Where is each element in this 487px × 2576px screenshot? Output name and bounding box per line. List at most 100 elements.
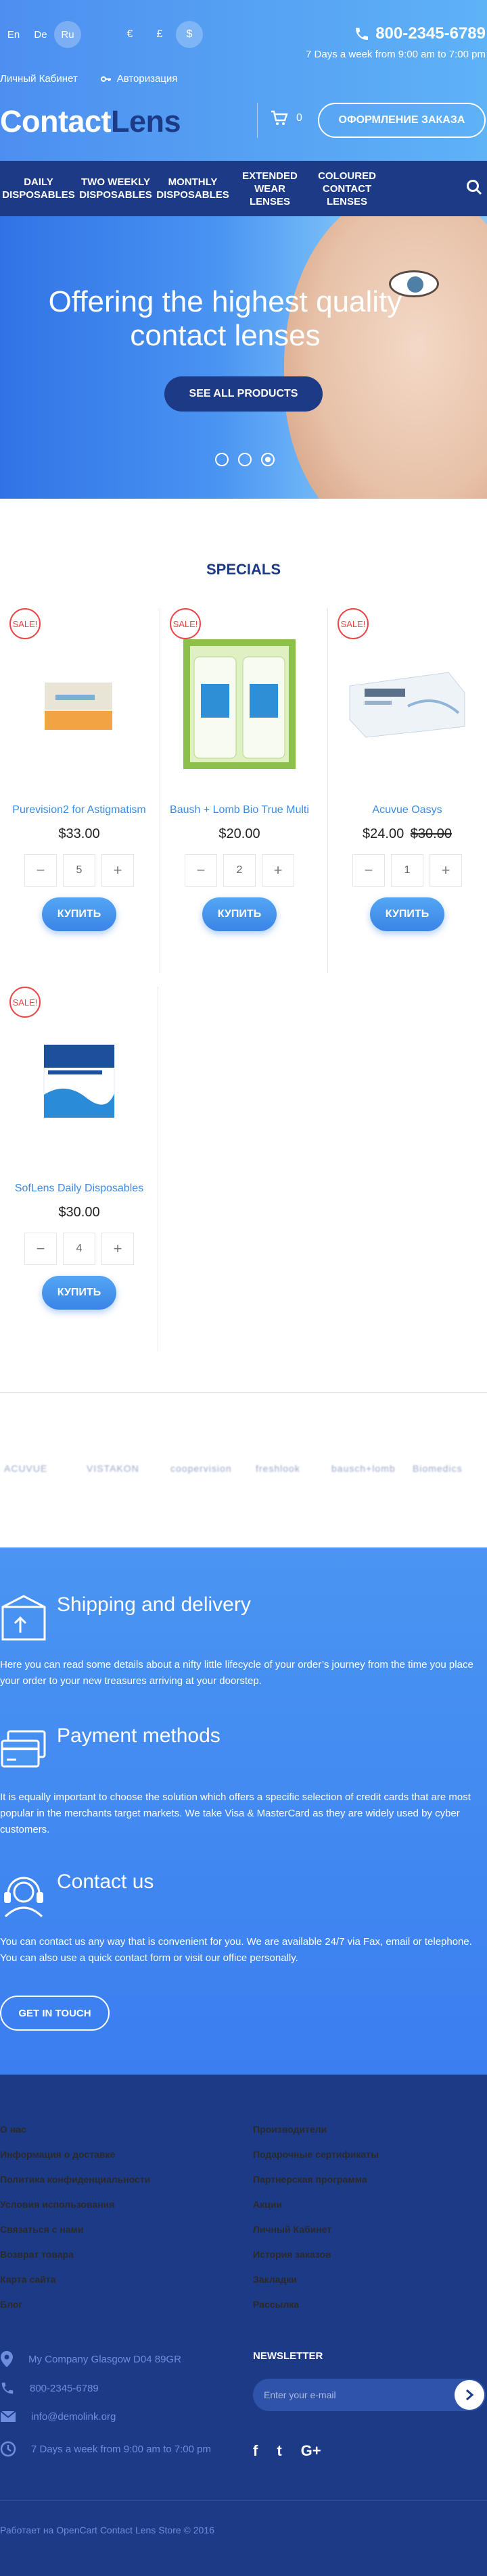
product-name[interactable]: Purevision2 for Astigmatism [0,804,158,816]
footer-link[interactable]: Условия использования [0,2199,114,2210]
see-all-products-button[interactable]: SEE ALL PRODUCTS [164,376,323,412]
product-name[interactable]: Acuvue Oasys [328,804,486,816]
footer-link[interactable]: Акции [253,2199,282,2210]
product-name[interactable]: SofLens Daily Disposables [0,1183,158,1195]
currency-gbp[interactable]: £ [146,21,173,48]
product-image-soflens[interactable] [26,1024,133,1138]
logo[interactable]: ContactLens [0,104,181,139]
lang-de[interactable]: De [27,21,54,48]
header-divider [257,103,258,138]
product-image-biotrue[interactable] [179,637,300,772]
nav-item-coloured[interactable]: COLOURED CONTACT LENSES [308,170,386,208]
footer-email[interactable]: info@demolink.org [0,2410,116,2423]
footer-hours-text: 7 Days a week from 9:00 am to 7:00 pm [31,2443,211,2455]
brand-logo[interactable]: VISTAKON [87,1463,139,1474]
qty-minus-button[interactable]: − [352,854,385,887]
nav-item-two-weekly[interactable]: TWO WEEKLY DISPOSABLES [77,176,154,201]
qty-value[interactable]: 4 [63,1233,95,1265]
lang-en[interactable]: En [0,21,27,48]
nav-item-daily[interactable]: DAILY DISPOSABLES [0,176,77,201]
credit-card-icon [1,1730,46,1768]
buy-button[interactable]: КУПИТЬ [370,897,444,931]
product-price: $24.00 $30.00 [328,826,486,842]
mail-icon [0,2410,16,2422]
brand-logo[interactable]: Biomedics [413,1463,463,1474]
footer-link[interactable]: О нас [0,2124,26,2135]
footer-link[interactable]: История заказов [253,2249,331,2260]
footer-link[interactable]: Подарочные сертификаты [253,2149,379,2160]
product-name[interactable]: Baush + Lomb Bio True Multi [160,804,319,816]
nav-item-monthly[interactable]: MONTHLY DISPOSABLES [154,176,231,201]
footer-link[interactable]: Блог [0,2299,22,2310]
slider-dot-3[interactable] [261,453,275,466]
brand-logo[interactable]: freshlook [256,1463,300,1474]
slider-dot-2[interactable] [238,453,252,466]
footer-email-text: info@demolink.org [31,2410,116,2423]
product-card: SALE! Acuvue Oasys $24.00 $30.00 −1 + КУП… [327,608,486,973]
search-icon[interactable] [465,178,483,196]
qty-plus-button[interactable]: + [262,854,294,887]
brand-logo[interactable]: ACUVUE [4,1463,47,1474]
footer-link[interactable]: Политика конфиденциальности [0,2174,150,2185]
headset-icon [4,1877,43,1918]
lang-ru[interactable]: Ru [54,21,81,48]
brand-logo[interactable]: bausch+lomb [331,1463,396,1474]
product-image-purevision[interactable] [26,646,133,760]
footer-phone[interactable]: 800-2345-6789 [0,2381,99,2396]
cart-icon [271,110,288,125]
account-link[interactable]: Личный Кабинет [0,73,78,84]
footer-address-text: My Company Glasgow D04 89GR [28,2353,181,2365]
get-in-touch-button[interactable]: GET IN TOUCH [0,1996,110,2031]
quantity-stepper: −2 + [185,854,294,887]
slider-dots [215,453,275,466]
qty-plus-button[interactable]: + [430,854,462,887]
footer-link[interactable]: Возврат товара [0,2249,74,2260]
footer-link[interactable]: Закладки [253,2274,297,2285]
checkout-button[interactable]: ОФОРМЛЕНИЕ ЗАКАЗА [318,103,486,138]
footer-link[interactable]: Личный Кабинет [253,2224,331,2235]
header-phone[interactable]: 800-2345-6789 [354,24,486,43]
header: En De Ru € £ $ 800-2345-6789 7 Days a we… [0,0,487,161]
logo-part2: Lens [111,104,181,139]
product-image-acuvue[interactable] [347,646,467,760]
nav-item-extended-wear[interactable]: EXTENDED WEAR LENSES [231,170,308,208]
qty-plus-button[interactable]: + [101,854,134,887]
cart-button[interactable]: 0 [271,110,302,126]
newsletter-title: NEWSLETTER [253,2350,323,2362]
product-price-old: $30.00 [410,826,452,841]
qty-value[interactable]: 1 [391,854,423,887]
language-switcher: En De Ru [0,21,81,48]
hero-heading: Offering the highest quality contact lens… [0,285,450,353]
qty-plus-button[interactable]: + [101,1233,134,1265]
qty-minus-button[interactable]: − [185,854,217,887]
google-plus-icon[interactable]: G+ [301,2442,321,2460]
footer-link[interactable]: Карта сайта [0,2274,55,2285]
newsletter-submit-button[interactable] [455,2380,484,2410]
currency-usd[interactable]: $ [176,21,203,48]
currency-eur[interactable]: € [116,21,143,48]
quantity-stepper: −1 + [352,854,462,887]
footer-link[interactable]: Связаться с нами [0,2224,83,2235]
qty-minus-button[interactable]: − [24,1233,57,1265]
footer-link[interactable]: Рассылка [253,2299,299,2310]
qty-value[interactable]: 2 [223,854,256,887]
login-link[interactable]: Авторизация [100,73,177,84]
twitter-icon[interactable]: t [277,2442,281,2460]
header-phone-number: 800-2345-6789 [375,24,486,43]
facebook-icon[interactable]: f [253,2442,258,2460]
logo-part1: Contact [0,104,112,139]
copyright: Работает на OpenCart Contact Lens Store … [0,2525,214,2535]
footer-link[interactable]: Производители [253,2124,327,2135]
footer-link[interactable]: Партнерская программа [253,2174,367,2185]
brand-logo[interactable]: coopervision [170,1463,232,1474]
buy-button[interactable]: КУПИТЬ [202,897,277,931]
qty-minus-button[interactable]: − [24,854,57,887]
header-hours: 7 Days a week from 9:00 am to 7:00 pm [306,49,486,60]
buy-button[interactable]: КУПИТЬ [42,897,116,931]
footer-link[interactable]: Информация о доставке [0,2149,115,2160]
sale-badge: SALE! [338,608,369,639]
buy-button[interactable]: КУПИТЬ [42,1276,116,1310]
qty-value[interactable]: 5 [63,854,95,887]
newsletter-email-input[interactable]: Enter your e-mail [253,2379,486,2411]
slider-dot-1[interactable] [215,453,229,466]
